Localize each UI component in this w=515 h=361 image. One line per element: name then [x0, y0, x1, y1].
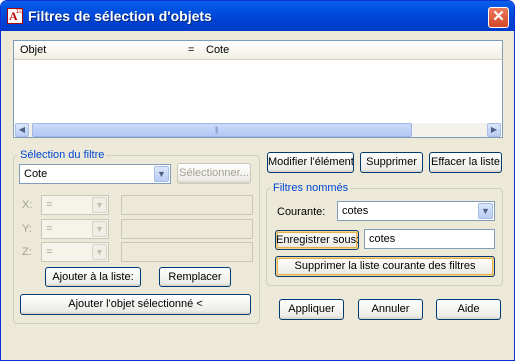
- save-as-field[interactable]: cotes: [364, 229, 495, 249]
- delete-button[interactable]: Supprimer: [360, 152, 423, 173]
- horizontal-scrollbar[interactable]: ◀ ||| ▶: [15, 123, 501, 137]
- autocad-icon: A 10: [7, 8, 23, 24]
- column-header-value[interactable]: Cote: [206, 44, 229, 56]
- window-title: Filtres de sélection d'objets: [28, 8, 212, 24]
- y-label: Y:: [22, 223, 32, 235]
- z-operator-value: =: [46, 246, 53, 258]
- z-value-field[interactable]: [121, 242, 253, 262]
- x-operator-combo[interactable]: = ▼: [41, 195, 109, 215]
- object-type-value: Cote: [24, 168, 48, 180]
- chevron-down-icon[interactable]: ▼: [154, 166, 169, 182]
- scroll-left-icon[interactable]: ◀: [15, 123, 29, 137]
- column-header-objet[interactable]: Objet: [20, 44, 46, 56]
- scroll-grip-icon: |||: [215, 127, 219, 134]
- apply-button[interactable]: Appliquer: [279, 299, 344, 320]
- clear-list-button[interactable]: Effacer la liste: [429, 152, 502, 173]
- app-icon-version: 10: [16, 9, 23, 15]
- column-header-operator[interactable]: =: [188, 44, 194, 56]
- close-icon: ✕: [492, 8, 505, 25]
- current-label: Courante:: [277, 206, 326, 218]
- y-value-field[interactable]: [121, 219, 253, 239]
- object-type-combo[interactable]: Cote ▼: [19, 164, 171, 184]
- help-button[interactable]: Aide: [436, 299, 501, 320]
- filter-dialog: A 10 Filtres de sélection d'objets ✕ Obj…: [0, 0, 515, 361]
- title-bar[interactable]: A 10 Filtres de sélection d'objets ✕: [1, 1, 514, 31]
- save-as-button[interactable]: Enregistrer sous:: [275, 230, 359, 250]
- filter-list[interactable]: Objet = Cote ◀ ||| ▶: [13, 40, 503, 138]
- modify-item-button[interactable]: Modifier l'élément: [267, 152, 354, 173]
- close-button[interactable]: ✕: [488, 7, 509, 28]
- chevron-down-icon[interactable]: ▼: [92, 244, 107, 260]
- add-selected-object-button[interactable]: Ajouter l'objet sélectionné <: [20, 294, 251, 315]
- x-operator-value: =: [46, 199, 53, 211]
- delete-current-filter-button[interactable]: Supprimer la liste courante des filtres: [275, 256, 495, 277]
- scroll-thumb[interactable]: |||: [32, 123, 412, 137]
- select-button[interactable]: Sélectionner...: [177, 163, 251, 184]
- chevron-down-icon[interactable]: ▼: [92, 221, 107, 237]
- add-to-list-button[interactable]: Ajouter à la liste:: [45, 267, 141, 287]
- chevron-down-icon[interactable]: ▼: [478, 203, 493, 219]
- scroll-right-icon[interactable]: ▶: [487, 123, 501, 137]
- y-operator-value: =: [46, 223, 53, 235]
- z-label: Z:: [22, 246, 32, 258]
- replace-button[interactable]: Remplacer: [159, 267, 231, 287]
- x-label: X:: [22, 199, 33, 211]
- chevron-down-icon[interactable]: ▼: [92, 197, 107, 213]
- list-header: Objet = Cote: [14, 41, 502, 60]
- named-filters-legend: Filtres nommés: [273, 182, 349, 194]
- current-filter-combo[interactable]: cotes ▼: [337, 201, 495, 221]
- x-value-field[interactable]: [121, 195, 253, 215]
- cancel-button[interactable]: Annuler: [358, 299, 423, 320]
- selection-filter-legend: Sélection du filtre: [20, 149, 105, 161]
- y-operator-combo[interactable]: = ▼: [41, 219, 109, 239]
- current-filter-value: cotes: [342, 205, 369, 217]
- z-operator-combo[interactable]: = ▼: [41, 242, 109, 262]
